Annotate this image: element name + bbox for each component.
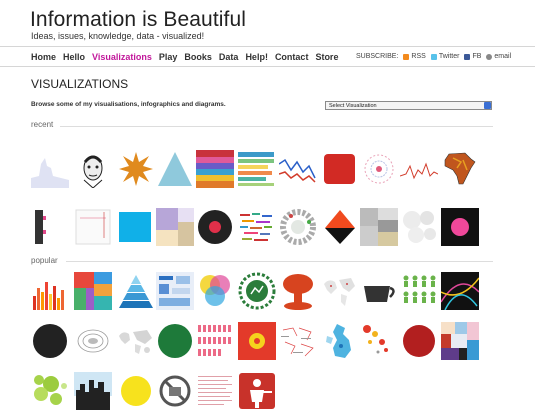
thumb-red-yellow-target[interactable]: [238, 322, 276, 360]
thumb-line-graph[interactable]: [279, 150, 317, 188]
thumb-orange-starburst[interactable]: [117, 150, 155, 188]
rss-icon[interactable]: [403, 53, 410, 60]
thumb-world-map-grey[interactable]: [117, 322, 155, 360]
thumb-black-circle[interactable]: [31, 322, 69, 360]
thumb-scatter-dots[interactable]: [360, 322, 398, 360]
subscribe-bar: SUBSCRIBE: RSS Twitter FB email: [356, 53, 511, 60]
main-nav: Home Hello Visualizations Play Books Dat…: [31, 52, 338, 62]
thumb-green-bubbles[interactable]: [31, 372, 69, 410]
select-arrow-icon: [484, 102, 491, 109]
site-title[interactable]: Information is Beautiful: [30, 8, 246, 32]
thumb-grey-treemap[interactable]: [360, 208, 398, 246]
thumb-red-sparkline[interactable]: [400, 150, 438, 188]
thumb-pink-circle-black[interactable]: [441, 208, 479, 246]
page-heading: VISUALIZATIONS: [31, 77, 129, 91]
thumb-bubble-cluster[interactable]: [400, 208, 438, 246]
thumb-portrait-sketch[interactable]: [74, 150, 112, 188]
thumb-cup-icon[interactable]: [360, 272, 398, 310]
thumb-no-sign[interactable]: [156, 372, 194, 410]
nav-store[interactable]: Store: [315, 52, 338, 62]
thumb-mountain-chart[interactable]: [31, 150, 69, 188]
thumb-world-map-light[interactable]: [321, 272, 359, 310]
section-rule-popular: [66, 261, 493, 262]
browse-description: Browse some of my visualisations, infogr…: [31, 101, 226, 108]
thumb-green-circle[interactable]: [156, 322, 194, 360]
thumb-infographic-poster[interactable]: [156, 272, 194, 310]
thumb-red-black-triangles[interactable]: [321, 208, 359, 246]
nav-data[interactable]: Data: [219, 52, 239, 62]
thumb-target-circle[interactable]: [196, 208, 234, 246]
rss-link[interactable]: RSS: [411, 53, 425, 60]
thumb-thin-lines[interactable]: [74, 208, 112, 246]
thumb-pyramid[interactable]: [117, 272, 155, 310]
thumb-pink-people-grid[interactable]: [196, 322, 234, 360]
nav-contact[interactable]: Contact: [275, 52, 309, 62]
thumb-africa-map[interactable]: [441, 150, 479, 188]
thumb-colored-treemap[interactable]: [74, 272, 112, 310]
nav-divider: [0, 66, 535, 67]
thumb-stacked-stripes[interactable]: [238, 150, 276, 188]
email-link[interactable]: email: [494, 53, 511, 60]
thumb-sketch-diagram[interactable]: [279, 322, 317, 360]
nav-home[interactable]: Home: [31, 52, 56, 62]
thumb-neon-lines[interactable]: [441, 272, 479, 310]
thumb-contour-map[interactable]: [74, 322, 112, 360]
section-rule-recent: [60, 126, 493, 127]
thumb-cyan-square[interactable]: [117, 208, 155, 246]
thumb-ring-diagram[interactable]: [279, 208, 317, 246]
email-icon[interactable]: [486, 53, 493, 60]
thumb-vertical-bar[interactable]: [31, 208, 69, 246]
section-label-popular: popular: [31, 256, 58, 265]
nav-books[interactable]: Books: [184, 52, 212, 62]
section-label-recent: recent: [31, 120, 54, 129]
subscribe-label: SUBSCRIBE:: [356, 53, 399, 60]
thumb-text-lines[interactable]: [196, 372, 234, 410]
thumb-yellow-circle[interactable]: [117, 372, 155, 410]
twitter-icon[interactable]: [430, 53, 437, 60]
nav-visualizations[interactable]: Visualizations: [92, 52, 152, 62]
thumb-treemap-blocks[interactable]: [156, 208, 194, 246]
thumb-color-bands[interactable]: [196, 150, 234, 188]
thumb-skyline[interactable]: [74, 372, 112, 410]
nav-hello[interactable]: Hello: [63, 52, 85, 62]
nav-help[interactable]: Help!: [245, 52, 268, 62]
thumb-red-soldier-icon[interactable]: [238, 372, 276, 410]
thumb-blue-triangle[interactable]: [156, 150, 194, 188]
thumb-green-people-grid[interactable]: [400, 272, 438, 310]
thumb-mushroom-cloud[interactable]: [279, 272, 317, 310]
thumb-uk-map[interactable]: [321, 322, 359, 360]
thumb-mosaic-grid[interactable]: [441, 322, 479, 360]
visualization-select-value: Select Visualization: [329, 103, 377, 109]
thumb-venn-diagram[interactable]: [196, 272, 234, 310]
twitter-link[interactable]: Twitter: [439, 53, 460, 60]
thumb-word-cloud[interactable]: [238, 208, 276, 246]
thumb-red-square[interactable]: [321, 150, 359, 188]
nav-play[interactable]: Play: [159, 52, 178, 62]
visualization-select[interactable]: Select Visualization: [325, 101, 492, 110]
thumb-radial-network[interactable]: [360, 150, 398, 188]
thumb-dark-red-circle[interactable]: [400, 322, 438, 360]
thumb-green-gear-badge[interactable]: [238, 272, 276, 310]
site-tagline: Ideas, issues, knowledge, data - visuali…: [31, 31, 205, 41]
facebook-link[interactable]: FB: [472, 53, 481, 60]
header-divider: [0, 46, 535, 47]
facebook-icon[interactable]: [464, 53, 471, 60]
thumb-flame-bars[interactable]: [31, 272, 69, 310]
